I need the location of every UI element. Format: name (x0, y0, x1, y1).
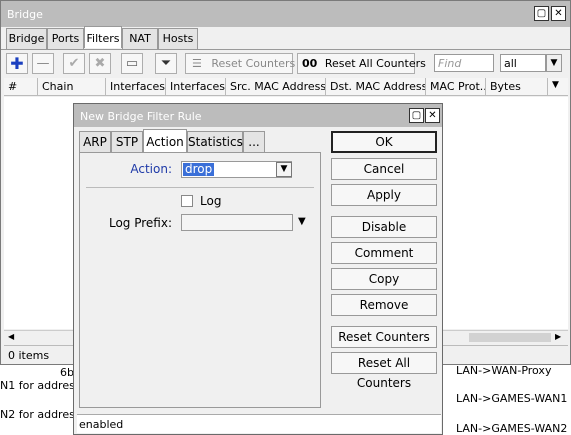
dialog-status: enabled (77, 414, 441, 433)
tab-divider (1, 49, 570, 50)
col-chain[interactable]: Chain (38, 78, 106, 96)
reset-all-counters-icon: 00 (302, 57, 318, 70)
remove-icon[interactable]: — (32, 53, 54, 74)
reset-all-counters-button[interactable]: 00 Reset All Counters (297, 53, 426, 74)
col-dst-mac[interactable]: Dst. MAC Address... (326, 78, 426, 96)
bg-row2-right: LAN->GAMES-WAN2 (456, 422, 568, 435)
remove-button[interactable]: Remove (331, 294, 437, 316)
filter-select[interactable]: all (500, 54, 546, 72)
bg-row0-right: LAN->WAN-Proxy (456, 364, 552, 377)
find-input[interactable]: Find (434, 54, 494, 72)
comment-icon[interactable]: ▭ (121, 53, 143, 74)
ok-button[interactable]: OK (331, 131, 437, 153)
dialog-maximize-icon[interactable]: ▢ (409, 108, 424, 123)
grid-header: # Chain Interfaces... Interfaces... Src.… (4, 78, 568, 96)
tab-more[interactable]: ... (243, 131, 265, 152)
add-icon[interactable]: ✚ (6, 53, 28, 74)
reset-counters-dialog-button[interactable]: Reset Counters (331, 326, 437, 348)
disable-button[interactable]: Disable (331, 216, 437, 238)
col-bytes[interactable]: Bytes (486, 78, 548, 96)
reset-counters-icon: ☰ (192, 57, 202, 70)
toolbar: ✚ — ✔ ✖ ▭ ⏷ ☰ Reset Counters 00 Reset Al… (1, 51, 570, 77)
close-icon[interactable]: ✕ (551, 6, 566, 21)
scrollbar-thumb[interactable] (469, 333, 551, 342)
col-src-mac[interactable]: Src. MAC Address... (226, 78, 326, 96)
col-number[interactable]: # (4, 78, 38, 96)
bridge-title: Bridge (7, 8, 43, 21)
new-bridge-filter-rule-dialog: New Bridge Filter Rule ▢ ✕ ARP STP Actio… (73, 103, 443, 435)
tab-arp[interactable]: ARP (79, 131, 111, 152)
bg-row0-left: 6b (60, 366, 74, 379)
col-mac-protocol[interactable]: MAC Prot... (426, 78, 486, 96)
tab-hosts[interactable]: Hosts (158, 28, 198, 49)
tab-bridge[interactable]: Bridge (6, 28, 47, 49)
log-prefix-input[interactable] (181, 214, 293, 231)
action-panel: Action: drop ▼ Log Log Prefix: ▼ (79, 152, 321, 408)
log-prefix-value (183, 216, 187, 229)
log-prefix-label: Log Prefix: (108, 216, 172, 230)
maximize-icon[interactable]: ▢ (534, 6, 549, 21)
action-dropdown-icon[interactable]: ▼ (276, 162, 292, 177)
action-select-value: drop (183, 162, 215, 176)
col-out-interface[interactable]: Interfaces... (166, 78, 226, 96)
reset-counters-button[interactable]: ☰ Reset Counters (185, 53, 296, 74)
comment-button[interactable]: Comment (331, 242, 437, 264)
col-in-interface[interactable]: Interfaces... (106, 78, 166, 96)
columns-dropdown-icon[interactable]: ▼ (548, 78, 568, 96)
scroll-right-icon[interactable]: ▶ (555, 332, 561, 341)
action-label: Action: (130, 162, 172, 176)
tab-action[interactable]: Action (143, 129, 187, 152)
cancel-button[interactable]: Cancel (331, 158, 437, 180)
enable-icon[interactable]: ✔ (63, 53, 85, 74)
log-prefix-dropdown-icon[interactable]: ▼ (298, 216, 306, 227)
reset-counters-label: Reset Counters (211, 57, 296, 70)
action-select[interactable]: drop ▼ (181, 161, 292, 178)
tab-stp[interactable]: STP (111, 131, 143, 152)
tab-statistics[interactable]: Statistics (187, 131, 243, 152)
filter-icon[interactable]: ⏷ (155, 53, 177, 74)
log-checkbox[interactable] (181, 195, 193, 207)
scroll-left-icon[interactable]: ◀ (8, 332, 14, 341)
filter-select-dropdown-icon[interactable]: ▼ (546, 54, 562, 72)
tab-filters[interactable]: Filters (84, 26, 122, 48)
tab-ports[interactable]: Ports (47, 28, 84, 49)
reset-all-counters-label: Reset All Counters (324, 57, 426, 70)
bg-row1-right: LAN->GAMES-WAN1 (456, 392, 568, 405)
dialog-close-icon[interactable]: ✕ (425, 108, 440, 123)
disable-icon[interactable]: ✖ (89, 53, 111, 74)
panel-separator (86, 187, 314, 188)
reset-all-counters-dialog-button[interactable]: Reset All Counters (331, 352, 437, 390)
bridge-title-bar[interactable]: Bridge (1, 1, 570, 27)
dialog-title-bar[interactable]: New Bridge Filter Rule (74, 104, 442, 127)
apply-button[interactable]: Apply (331, 184, 437, 206)
dialog-title: New Bridge Filter Rule (80, 110, 202, 123)
log-label: Log (200, 194, 222, 208)
copy-button[interactable]: Copy (331, 268, 437, 290)
tab-nat[interactable]: NAT (122, 28, 158, 49)
